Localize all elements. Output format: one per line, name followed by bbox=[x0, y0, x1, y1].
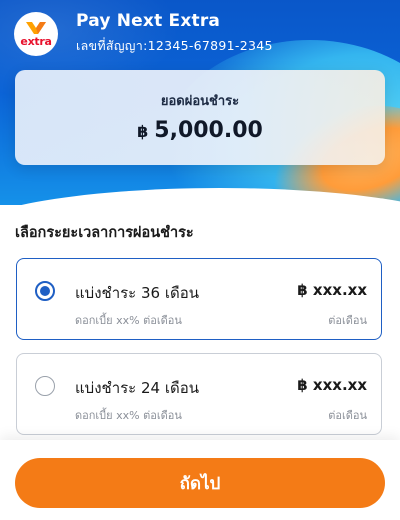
plan-price: ฿ xxx.xx bbox=[297, 376, 367, 394]
plan-price: ฿ xxx.xx bbox=[297, 281, 367, 299]
plan-price-unit: ต่อเดือน bbox=[328, 314, 367, 327]
contract-label: เลขที่สัญญา: bbox=[76, 38, 148, 53]
installment-amount: ฿ 5,000.00 bbox=[15, 118, 385, 143]
logo-text: extra bbox=[20, 35, 52, 48]
radio-unselected-icon[interactable] bbox=[35, 376, 55, 396]
plan-interest: ดอกเบี้ย xx% ต่อเดือน bbox=[75, 409, 182, 422]
contract-number: เลขที่สัญญา:12345-67891-2345 bbox=[76, 36, 273, 56]
next-button[interactable]: ถัดไป bbox=[15, 458, 385, 508]
plan-interest: ดอกเบี้ย xx% ต่อเดือน bbox=[75, 314, 182, 327]
installment-summary-card: ยอดผ่อนชำระ ฿ 5,000.00 bbox=[15, 70, 385, 165]
plan-title: แบ่งชำระ 36 เดือน bbox=[75, 284, 199, 302]
plan-title: แบ่งชำระ 24 เดือน bbox=[75, 379, 199, 397]
amount-value: 5,000.00 bbox=[154, 118, 263, 143]
logo-mark-icon bbox=[26, 22, 46, 34]
baht-currency-icon: ฿ bbox=[137, 122, 149, 141]
contract-value: 12345-67891-2345 bbox=[147, 38, 273, 53]
plan-price-unit: ต่อเดือน bbox=[328, 409, 367, 422]
installment-label: ยอดผ่อนชำระ bbox=[160, 94, 240, 109]
plan-option-36[interactable]: แบ่งชำระ 36 เดือน ดอกเบี้ย xx% ต่อเดือน … bbox=[16, 258, 382, 340]
extra-logo-icon: extra bbox=[14, 12, 58, 56]
radio-selected-icon[interactable] bbox=[35, 281, 55, 301]
plan-option-24[interactable]: แบ่งชำระ 24 เดือน ดอกเบี้ย xx% ต่อเดือน … bbox=[16, 353, 382, 435]
section-title: เลือกระยะเวลาการผ่อนชำระ bbox=[15, 225, 194, 241]
app-title: Pay Next Extra bbox=[76, 11, 221, 31]
